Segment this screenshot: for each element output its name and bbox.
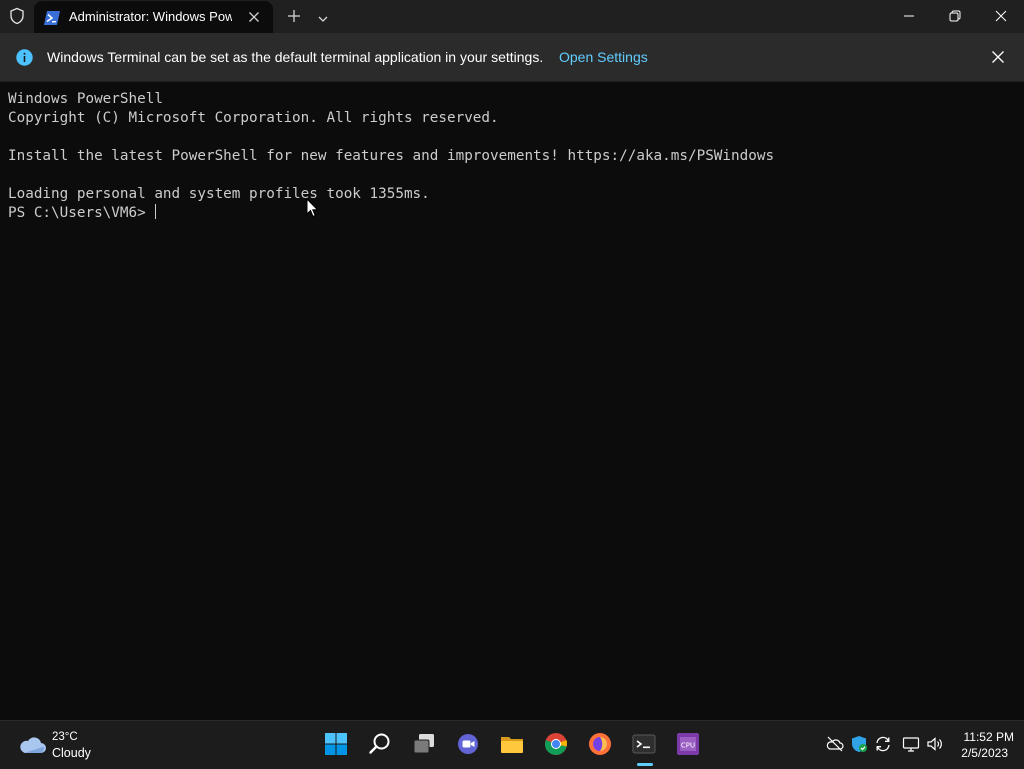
- infobar-close-icon[interactable]: [990, 49, 1006, 65]
- search-icon[interactable]: [365, 729, 395, 759]
- security-shield-icon[interactable]: [850, 735, 868, 753]
- start-icon[interactable]: [321, 729, 351, 759]
- mouse-pointer-icon: [306, 197, 320, 218]
- new-tab-icon[interactable]: [286, 8, 302, 24]
- chevron-down-icon[interactable]: [317, 10, 329, 22]
- weather-temperature[interactable]: 23°C: [52, 731, 78, 743]
- svg-text:CPU: CPU: [681, 742, 695, 750]
- tab-powershell[interactable]: Administrator: Windows PowerShell: [34, 1, 273, 33]
- powershell-icon: [44, 10, 60, 25]
- terminal-line: Install the latest PowerShell for new fe…: [8, 148, 775, 164]
- restore-icon: [949, 10, 961, 22]
- text-cursor: [155, 204, 157, 219]
- cpuz-icon[interactable]: CPU: [673, 729, 703, 759]
- tab-close-icon[interactable]: [246, 9, 262, 25]
- close-icon: [995, 10, 1007, 22]
- active-app-indicator: [637, 763, 653, 766]
- network-icon[interactable]: [902, 735, 920, 753]
- minimize-icon: [904, 15, 914, 17]
- title-bar: Administrator: Windows PowerShell: [0, 0, 1024, 33]
- terminal-icon[interactable]: [629, 729, 659, 759]
- no-sync-cloud-icon[interactable]: [826, 735, 844, 753]
- volume-icon[interactable]: [926, 735, 944, 753]
- refresh-icon[interactable]: [874, 735, 892, 753]
- tab-title: Administrator: Windows PowerShell: [69, 9, 232, 24]
- info-icon: [16, 49, 33, 66]
- admin-shield-icon: [8, 7, 26, 25]
- chat-icon[interactable]: [453, 729, 483, 759]
- prompt-text: PS C:\Users\VM6>: [8, 205, 155, 221]
- cloud-icon[interactable]: [17, 733, 47, 757]
- infobar-message: Windows Terminal can be set as the defau…: [47, 49, 544, 65]
- minimize-button[interactable]: [886, 0, 932, 32]
- weather-condition[interactable]: Cloudy: [52, 746, 91, 760]
- firefox-icon[interactable]: [585, 729, 615, 759]
- close-window-button[interactable]: [978, 0, 1024, 32]
- clock-time[interactable]: 11:52 PM: [946, 730, 1014, 744]
- default-terminal-infobar: Windows Terminal can be set as the defau…: [0, 33, 1024, 82]
- clock-date[interactable]: 2/5/2023: [946, 746, 1008, 760]
- maximize-button[interactable]: [932, 0, 978, 32]
- terminal-line: Windows PowerShell: [8, 91, 163, 107]
- taskbar: 23°C Cloudy CPU 11:52 PM 2/5/2023: [0, 720, 1024, 769]
- open-settings-link[interactable]: Open Settings: [559, 49, 648, 65]
- terminal-line: Copyright (C) Microsoft Corporation. All…: [8, 110, 499, 126]
- prompt-line[interactable]: PS C:\Users\VM6>: [8, 204, 774, 223]
- terminal-output[interactable]: Windows PowerShell Copyright (C) Microso…: [8, 90, 774, 223]
- file-explorer-icon[interactable]: [497, 729, 527, 759]
- terminal-line: Loading personal and system profiles too…: [8, 186, 430, 202]
- task-view-icon[interactable]: [409, 729, 439, 759]
- chrome-icon[interactable]: [541, 729, 571, 759]
